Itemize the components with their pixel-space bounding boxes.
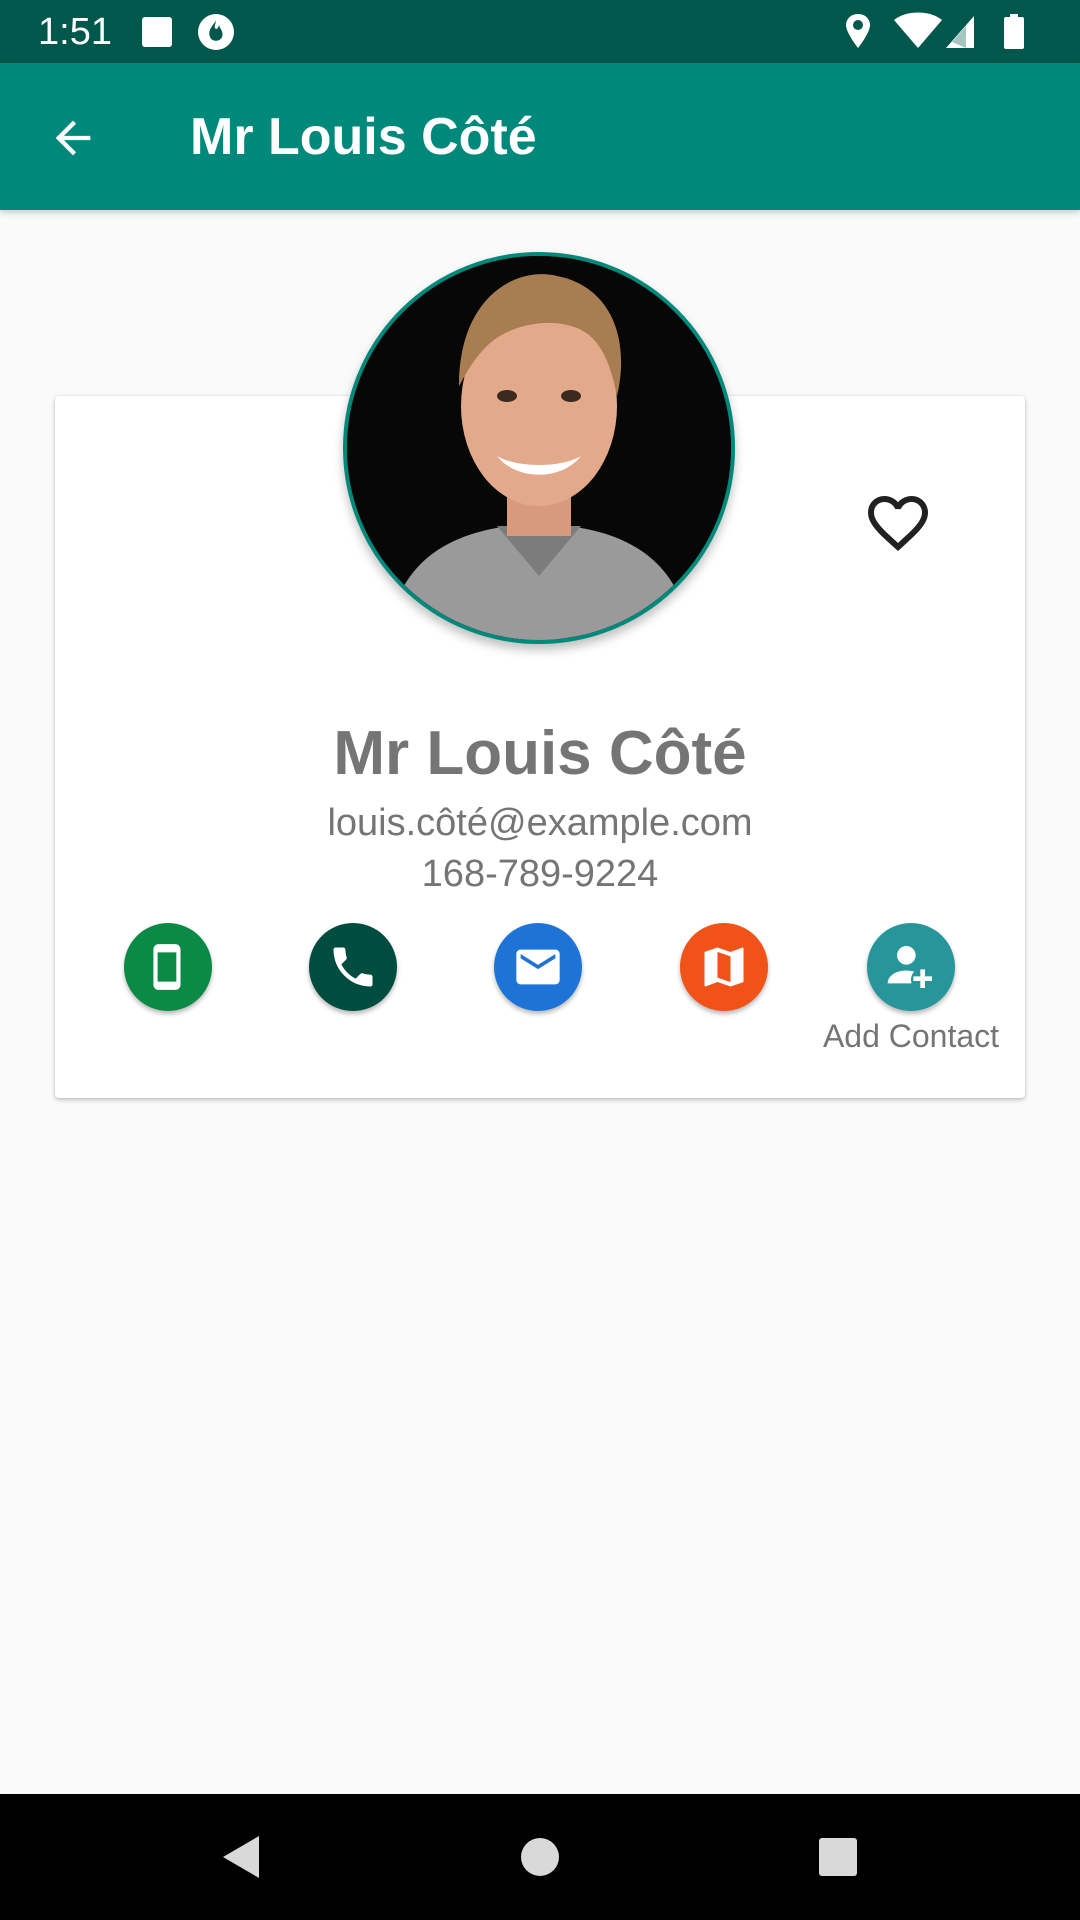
home-circle-icon (521, 1838, 559, 1876)
mobile-phone-icon (153, 944, 181, 990)
navigation-bar (0, 1794, 1080, 1920)
email-button[interactable] (494, 923, 582, 1011)
mobile-phone-button[interactable] (124, 923, 212, 1011)
avatar (343, 252, 735, 644)
favorite-button[interactable] (860, 485, 936, 561)
nav-home-button[interactable] (505, 1822, 575, 1892)
app-bar: Mr Louis Côté (0, 63, 1080, 210)
status-left-icons (140, 13, 270, 56)
phone-call-icon (333, 947, 373, 987)
square-icon (142, 17, 172, 47)
fire-icon (198, 14, 234, 50)
heart-outline-icon (868, 496, 928, 552)
nav-recents-button[interactable] (803, 1822, 873, 1892)
status-time: 1:51 (38, 11, 112, 53)
map-button[interactable] (680, 923, 768, 1011)
location-icon (846, 14, 870, 48)
add-contact-button[interactable] (867, 923, 955, 1011)
contact-name: Mr Louis Côté (333, 719, 747, 788)
phone-call-button[interactable] (309, 923, 397, 1011)
recents-square-icon (819, 1838, 857, 1876)
back-triangle-icon (223, 1836, 259, 1878)
contact-phone: 168-789-9224 (421, 853, 659, 895)
nav-back-button[interactable] (205, 1822, 275, 1892)
back-button[interactable] (38, 103, 108, 173)
status-bar: 1:51 (0, 0, 1080, 63)
arrow-back-icon (55, 120, 91, 156)
status-right-icons (844, 12, 1044, 57)
app-title: Mr Louis Côté (190, 108, 537, 166)
wifi-icon (894, 12, 942, 48)
map-icon (704, 947, 744, 987)
contact-email: louis.côté@example.com (327, 802, 753, 844)
battery-icon (1004, 14, 1024, 49)
add-contact-icon (887, 946, 932, 988)
email-icon (516, 949, 560, 985)
add-contact-label: Add Contact (822, 1018, 1000, 1054)
